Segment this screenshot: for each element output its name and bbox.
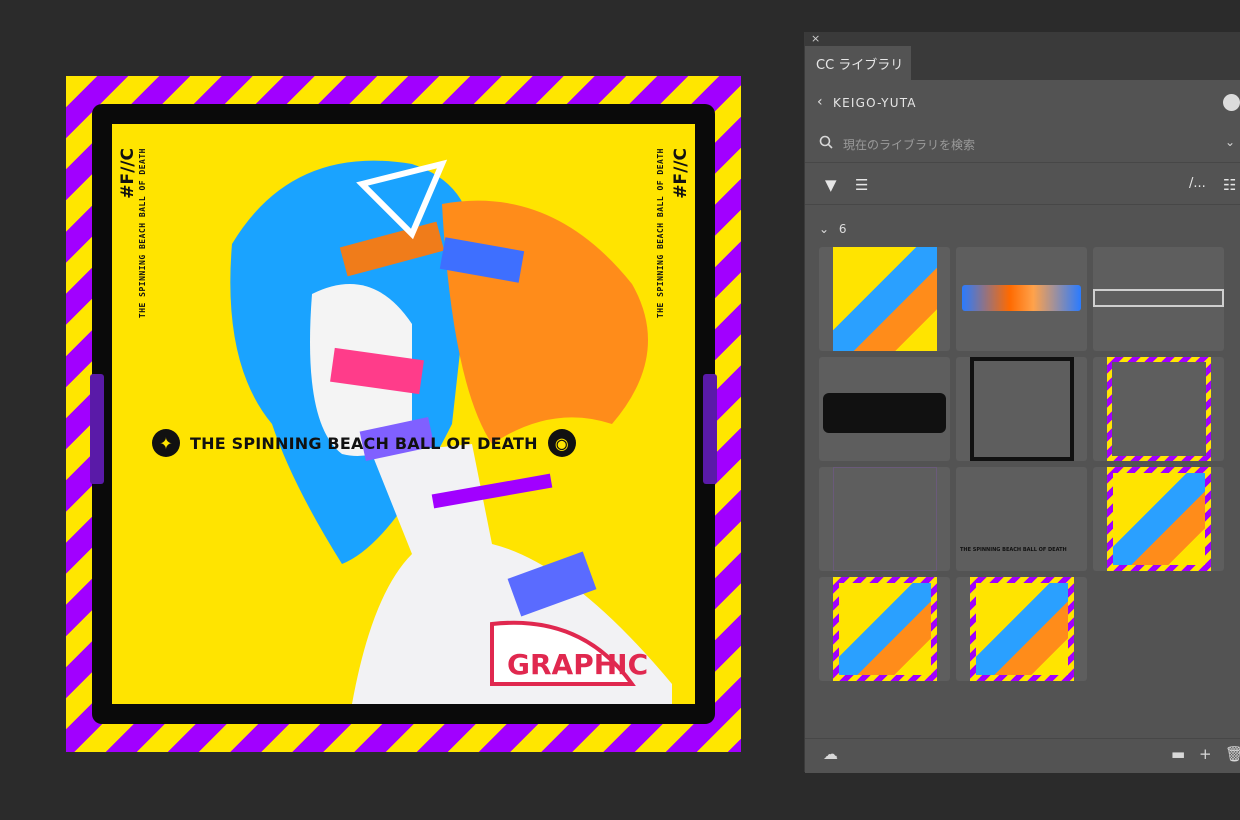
- asset-full-composite-3[interactable]: [956, 577, 1087, 681]
- corner-title-right: #F//C: [671, 148, 691, 199]
- library-header: ‹ KEIGO-YUTA: [805, 90, 1240, 118]
- svg-text:GRAPHIC: GRAPHIC: [507, 648, 648, 681]
- search-input[interactable]: [841, 134, 1215, 156]
- asset-empty-frame[interactable]: [819, 467, 950, 571]
- cc-libraries-panel: × CC ライブラリ ‹ KEIGO-YUTA ⌄ ▼ ☰ /... ☷ ⌄ 6: [804, 32, 1240, 773]
- panel-tabbar: CC ライブラリ: [805, 46, 1240, 80]
- tab-cc-libraries[interactable]: CC ライブラリ: [805, 46, 911, 80]
- artwork-title: THE SPINNING BEACH BALL OF DEATH: [190, 433, 538, 453]
- spinner-icon: ◉: [547, 429, 576, 457]
- artboard-canvas[interactable]: GRAPHIC #F//C THE SPINNING BEACH BALL OF…: [66, 76, 741, 752]
- asset-striped-frame[interactable]: [1093, 357, 1224, 461]
- artwork-title-bar: ✦ THE SPINNING BEACH BALL OF DEATH ◉: [152, 429, 712, 457]
- user-add-icon[interactable]: [1223, 94, 1240, 111]
- asset-full-composite-1[interactable]: [1093, 467, 1224, 571]
- back-chevron-icon[interactable]: ‹: [817, 94, 823, 110]
- cloud-icon[interactable]: ☁: [823, 745, 838, 763]
- panel-footer: ☁ ▬ + 🗑: [805, 738, 1240, 773]
- close-icon[interactable]: ×: [811, 32, 820, 46]
- add-icon[interactable]: +: [1199, 745, 1212, 763]
- asset-title-strip-text: THE SPINNING BEACH BALL OF DEATH: [960, 547, 1067, 553]
- panel-topbar: ×: [805, 32, 1240, 46]
- library-name[interactable]: KEIGO-YUTA: [833, 96, 917, 110]
- toolbar-row: ▼ ☰ /... ☷: [805, 170, 1240, 205]
- asset-full-composite-2[interactable]: [819, 577, 950, 681]
- left-frame-tab: [90, 374, 104, 484]
- character-illustration: GRAPHIC: [230, 159, 672, 704]
- asset-black-frame[interactable]: [956, 357, 1087, 461]
- corner-subtitle-left: THE SPINNING BEACH BALL OF DEATH: [138, 148, 147, 319]
- corner-title-left: #F//C: [118, 148, 138, 199]
- asset-graffiti-logo-color[interactable]: [956, 247, 1087, 351]
- corner-subtitle-right: THE SPINNING BEACH BALL OF DEATH: [656, 148, 665, 319]
- group-header[interactable]: ⌄ 6: [819, 222, 847, 236]
- asset-export-logo[interactable]: [1093, 247, 1224, 351]
- filter-icon[interactable]: ▼: [825, 176, 837, 194]
- trash-icon[interactable]: 🗑: [1225, 745, 1240, 763]
- sort-icon[interactable]: ☰: [855, 176, 868, 194]
- folder-icon[interactable]: ▬: [1171, 745, 1185, 763]
- group-count: 6: [838, 222, 847, 236]
- list-view-icon[interactable]: ☷: [1223, 176, 1236, 194]
- beach-ball-icon: ✦: [152, 429, 180, 457]
- artwork-frame: GRAPHIC #F//C THE SPINNING BEACH BALL OF…: [90, 104, 717, 724]
- search-icon: [819, 135, 833, 149]
- chevron-down-icon[interactable]: ⌄: [1225, 135, 1235, 149]
- more-tools-button[interactable]: /...: [1189, 176, 1206, 191]
- asset-title-strip[interactable]: THE SPINNING BEACH BALL OF DEATH: [956, 467, 1087, 571]
- group-toggle-icon[interactable]: ⌄: [819, 222, 829, 236]
- artwork-background: GRAPHIC: [112, 124, 695, 704]
- asset-artwork-thumbnail[interactable]: [819, 247, 950, 351]
- search-row: ⌄: [805, 130, 1240, 163]
- asset-graffiti-logo-black[interactable]: [819, 357, 950, 461]
